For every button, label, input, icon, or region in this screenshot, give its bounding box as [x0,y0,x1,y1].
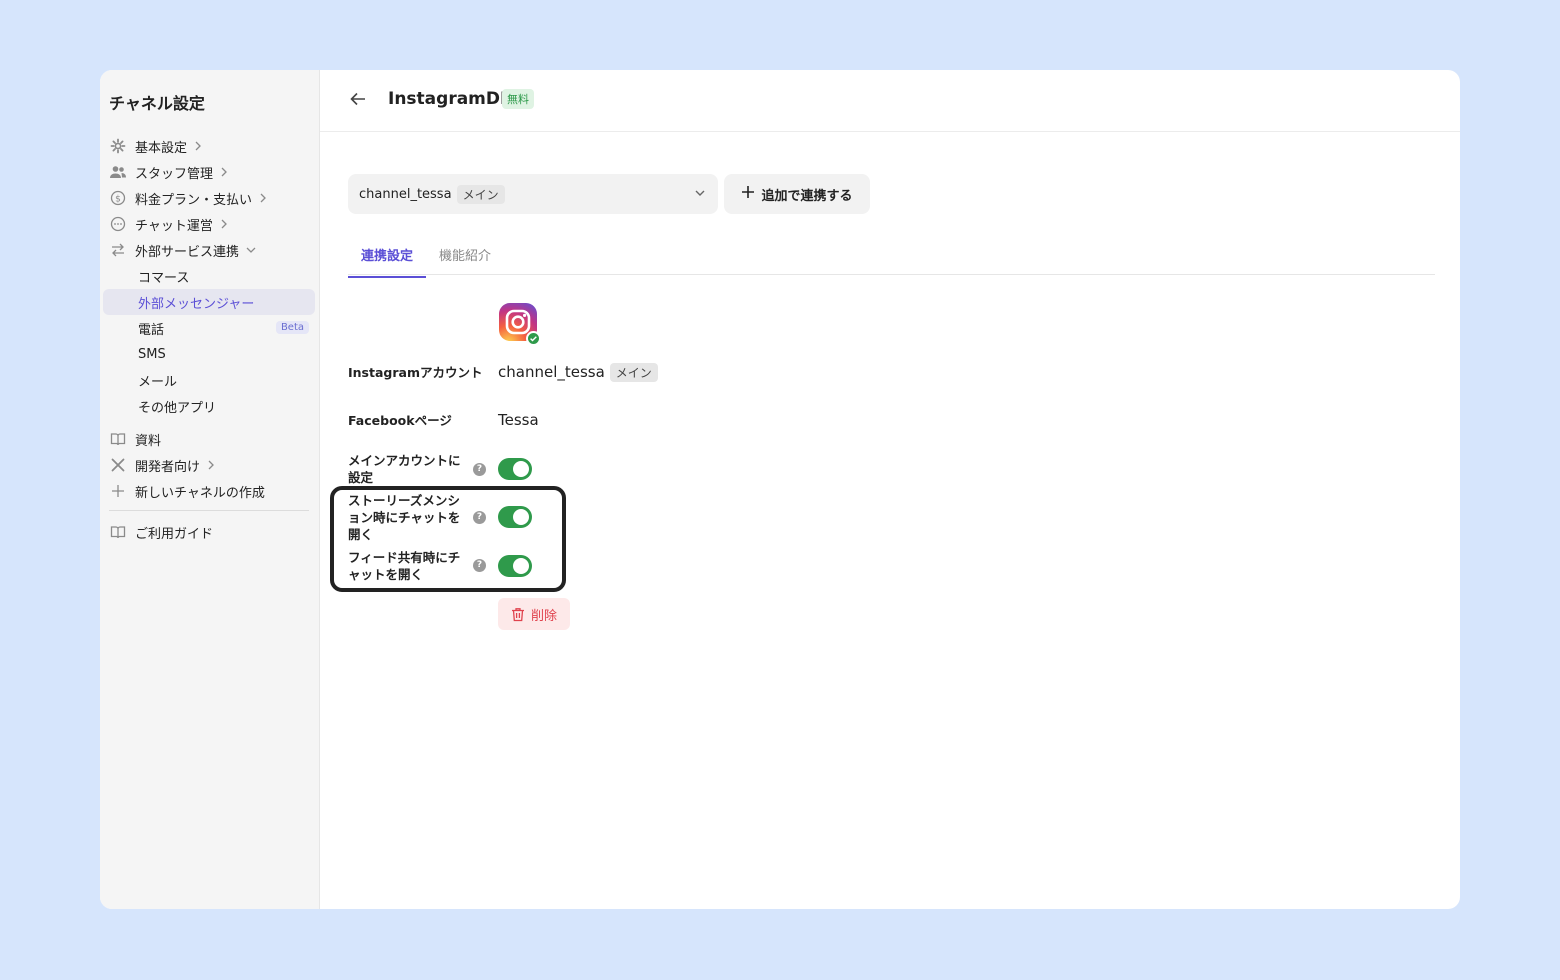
sidebar-item-label: 開発者向け [135,459,201,475]
sidebar-item-new-channel[interactable]: 新しいチャネルの作成 [100,478,320,504]
chevron-right-icon [194,141,202,151]
tools-icon [109,456,127,474]
facebook-page-label: Facebookページ [348,413,452,428]
facebook-page-value: Tessa [498,411,539,429]
svg-text:$: $ [115,195,121,205]
dollar-icon: $ [109,189,127,207]
sidebar: チャネル設定 基本設定 スタッフ管理 $ 料金プラン・支払い チャット運営 外部… [100,70,320,909]
free-badge: 無料 [502,89,534,109]
set-main-account-label: メインアカウントに設定 [348,453,461,485]
stories-mention-label: ストーリーズメンション時にチャットを開く [348,493,461,542]
chevron-right-icon [259,193,267,203]
page-header: InstagramDM 無料 [320,70,1460,132]
users-icon [109,163,127,181]
chevron-right-icon [220,167,228,177]
sidebar-divider [109,510,309,511]
sidebar-menu: 基本設定 スタッフ管理 $ 料金プラン・支払い チャット運営 外部サービス連携 … [100,133,320,545]
delete-label: 削除 [530,608,557,624]
add-connection-label: 追加で連携する [761,188,853,204]
sidebar-subitem-label: メール [138,374,178,390]
sidebar-item-label: チャット運営 [135,218,213,234]
book-icon [109,430,127,448]
account-select[interactable]: channel_tessa メイン [348,174,718,214]
instagram-account-name: channel_tessa [498,363,605,381]
sidebar-subitem-phone[interactable]: 電話 Beta [103,315,315,341]
set-main-account-toggle[interactable] [498,458,532,480]
sidebar-item-label: 資料 [135,433,162,449]
sidebar-item-developers[interactable]: 開発者向け [100,452,320,478]
tab-connection-settings[interactable]: 連携設定 [347,245,427,278]
sidebar-item-label: 基本設定 [135,140,188,156]
chevron-right-icon [207,460,215,470]
sidebar-item-chat-ops[interactable]: チャット運営 [100,211,320,237]
book-icon [109,523,127,541]
plus-icon [741,185,755,203]
back-arrow-icon[interactable] [348,89,368,109]
tab-feature-intro[interactable]: 機能紹介 [439,245,491,277]
instagram-account-value: channel_tessa メイン [498,363,658,382]
help-icon[interactable]: ? [473,559,486,572]
sidebar-item-label: ご利用ガイド [135,526,214,542]
sidebar-item-label: スタッフ管理 [135,166,214,182]
main-tag: メイン [609,363,658,382]
help-icon[interactable]: ? [473,463,486,476]
instagram-account-label: Instagramアカウント [348,365,483,380]
sidebar-subitem-other-apps[interactable]: その他アプリ [103,393,315,419]
main-content: InstagramDM 無料 channel_tessa メイン 追加で連携する… [320,70,1460,909]
feed-share-label: フィード共有時にチャットを開く [348,550,461,582]
chevron-down-icon [694,187,706,203]
sidebar-subitem-label: SMS [138,346,166,362]
app-window: チャネル設定 基本設定 スタッフ管理 $ 料金プラン・支払い チャット運営 外部… [100,70,1460,909]
add-connection-button[interactable]: 追加で連携する [724,174,870,214]
sidebar-item-label: 料金プラン・支払い [135,192,253,208]
sidebar-title: チャネル設定 [109,94,205,113]
sidebar-item-label: 外部サービス連携 [135,244,240,260]
delete-button[interactable]: 削除 [498,598,570,630]
gear-icon [109,137,127,155]
stories-mention-toggle[interactable] [498,506,532,528]
sidebar-subitem-commerce[interactable]: コマース [103,263,315,289]
sidebar-item-documents[interactable]: 資料 [100,426,320,452]
tab-bar: 連携設定 機能紹介 [347,238,1435,278]
sidebar-item-guide[interactable]: ご利用ガイド [100,519,320,545]
main-tag: メイン [456,184,505,204]
page-title: InstagramDM [388,89,517,109]
sidebar-subitem-email[interactable]: メール [103,367,315,393]
swap-arrows-icon [109,241,127,259]
account-select-value: channel_tessa [359,186,452,202]
sidebar-item-label: 新しいチャネルの作成 [135,485,265,501]
sidebar-subitem-label: 外部メッセンジャー [138,296,255,312]
trash-icon [511,607,524,621]
sidebar-item-billing[interactable]: $ 料金プラン・支払い [100,185,320,211]
sidebar-item-staff[interactable]: スタッフ管理 [100,159,320,185]
check-icon [526,331,541,346]
sidebar-item-basic-settings[interactable]: 基本設定 [100,133,320,159]
sidebar-subitem-label: その他アプリ [138,400,217,416]
beta-badge: Beta [275,321,309,334]
plus-icon [109,482,127,500]
chevron-down-icon [246,246,256,254]
chevron-right-icon [220,219,228,229]
sidebar-subitem-label: コマース [138,270,190,286]
help-icon[interactable]: ? [473,511,486,524]
sidebar-subitem-sms[interactable]: SMS [103,341,315,367]
feed-share-toggle[interactable] [498,555,532,577]
sidebar-subitem-external-messenger[interactable]: 外部メッセンジャー [103,289,315,315]
sidebar-item-integrations[interactable]: 外部サービス連携 [100,237,320,263]
chat-bubble-icon [109,215,127,233]
sidebar-subitem-label: 電話 [138,322,165,338]
